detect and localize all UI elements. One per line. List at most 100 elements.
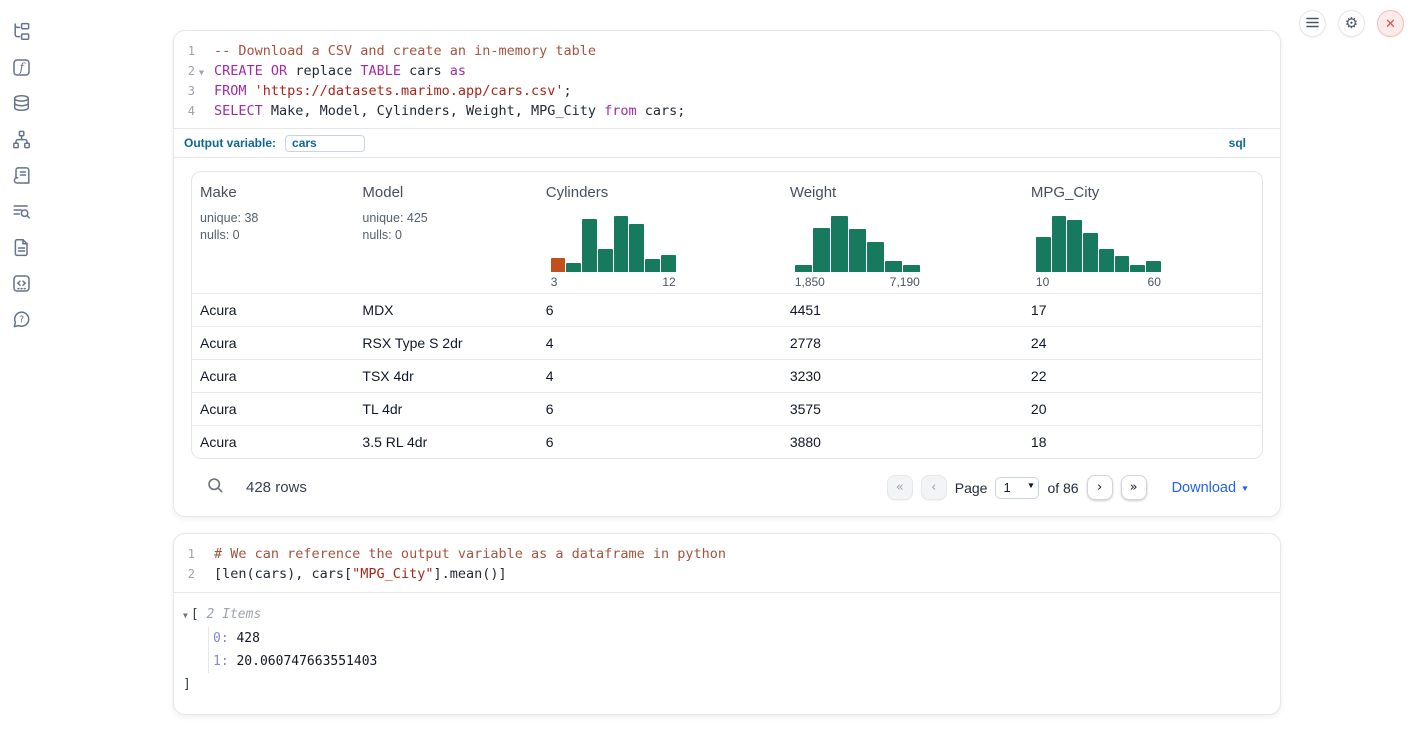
column-stats: unique: 425nulls: 0	[362, 210, 529, 243]
hist-bar	[645, 259, 660, 272]
fold-chevron-icon[interactable]: ▼	[194, 63, 208, 83]
hist-axis-labels: 1,8507,190	[795, 275, 920, 289]
hist-bar	[661, 255, 676, 272]
first-page-button[interactable]: «	[887, 475, 913, 500]
code-line: 1-- Download a CSV and create an in-memo…	[174, 42, 1280, 62]
python-code-editor[interactable]: 1# We can reference the output variable …	[174, 534, 1280, 591]
column-name: MPG_City	[1031, 184, 1254, 201]
dependency-graph-icon[interactable]	[12, 130, 31, 149]
table-footer: 428 rows « ‹ Page 1 ▼ of 86 › » Do	[191, 459, 1263, 516]
line-number: 2	[174, 565, 195, 585]
table-cell: Acura	[192, 368, 354, 384]
code-text: SELECT Make, Model, Cylinders, Weight, M…	[208, 102, 685, 122]
tree-entry-key: 0:	[213, 631, 229, 646]
page-label: Page	[955, 480, 988, 496]
gear-icon: ⚙	[1345, 16, 1358, 31]
output-variable-input[interactable]	[285, 135, 365, 152]
table-body: AcuraMDX6445117AcuraRSX Type S 2dr427782…	[192, 293, 1262, 458]
row-count: 428 rows	[246, 479, 307, 496]
pagination: « ‹ Page 1 ▼ of 86 › » Download ▼	[887, 475, 1249, 500]
sql-output-area: Makeunique: 38nulls: 0 Model unique: 425nu…	[174, 157, 1280, 516]
shutdown-button[interactable]: ✕	[1377, 10, 1404, 37]
menu-button[interactable]	[1299, 10, 1326, 37]
output-variable-label: Output variable:	[184, 136, 276, 150]
table-cell: 4	[538, 335, 782, 351]
table-row: Acura3.5 RL 4dr6388018	[192, 425, 1262, 458]
hist-bar	[1115, 256, 1130, 272]
svg-text:?: ?	[19, 315, 24, 326]
page-select[interactable]: 1	[995, 477, 1039, 499]
table-cell: Acura	[192, 401, 354, 417]
column-histogram: 1,8507,190	[795, 216, 920, 289]
code-line: 3 FROM 'https://datasets.marimo.app/cars.…	[174, 82, 1280, 102]
column-header-mpg_city[interactable]: MPG_City 1060	[1023, 172, 1262, 293]
table-cell: 4451	[782, 302, 1023, 318]
sql-code-editor[interactable]: 1-- Download a CSV and create an in-memo…	[174, 31, 1280, 128]
settings-button[interactable]: ⚙	[1338, 10, 1365, 37]
column-header-make[interactable]: Makeunique: 38nulls: 0	[192, 172, 354, 293]
file-explorer-icon[interactable]	[12, 22, 31, 41]
code-line: 2▼CREATE OR replace TABLE cars as	[174, 62, 1280, 83]
code-line: 2 [len(cars), cars["MPG_City"].mean()]	[174, 565, 1280, 585]
chevron-down-icon: ▼	[1241, 482, 1250, 493]
data-sources-icon[interactable]	[12, 94, 31, 113]
snippets-icon[interactable]	[12, 274, 31, 293]
notebook: 1-- Download a CSV and create an in-memo…	[173, 30, 1281, 715]
next-page-button[interactable]: ›	[1087, 475, 1113, 500]
hist-bar	[614, 216, 629, 272]
code-line: 1# We can reference the output variable …	[174, 545, 1280, 565]
tree-entry: 1: 20.060747663551403	[213, 650, 1280, 673]
tree-collapse-icon[interactable]: ▼	[183, 611, 188, 620]
line-number: 4	[174, 102, 195, 122]
scratchpad-icon[interactable]	[12, 166, 31, 185]
table-cell: 2778	[782, 335, 1023, 351]
logs-icon[interactable]	[12, 202, 31, 221]
table-row: AcuraTSX 4dr4323022	[192, 359, 1262, 392]
tree-entry: 0: 428	[213, 627, 1280, 650]
hist-bar	[1036, 237, 1051, 273]
documentation-icon[interactable]	[12, 238, 31, 257]
sidebar: f ?	[0, 22, 42, 329]
search-button[interactable]	[206, 479, 224, 497]
download-button[interactable]: Download ▼	[1172, 480, 1249, 496]
last-page-button[interactable]: »	[1121, 475, 1147, 500]
line-number: 3	[174, 82, 195, 102]
tree-close-row: ]	[183, 673, 1280, 696]
hist-axis-labels: 1060	[1036, 275, 1161, 289]
table-cell: 6	[538, 302, 782, 318]
tree-entry-key: 1:	[213, 654, 229, 669]
code-text: CREATE OR replace TABLE cars as	[208, 62, 466, 82]
table-cell: 17	[1023, 302, 1262, 318]
code-text: FROM 'https://datasets.marimo.app/cars.c…	[208, 82, 572, 102]
prev-page-button[interactable]: ‹	[921, 475, 947, 500]
help-icon[interactable]: ?	[12, 310, 31, 329]
hist-bar	[849, 229, 866, 273]
column-header-cylinders[interactable]: Cylinders312	[538, 172, 782, 293]
column-header-model[interactable]: Model unique: 425nulls: 0	[354, 172, 537, 293]
table-header-row: Makeunique: 38nulls: 0 Model unique: 425nu…	[192, 172, 1262, 293]
hist-bar	[813, 228, 830, 273]
table-cell: Acura	[192, 302, 354, 318]
tree-entry-value: 20.060747663551403	[229, 654, 378, 669]
table-cell: 3.5 RL 4dr	[354, 434, 537, 450]
table-cell: 4	[538, 368, 782, 384]
table-cell: 3575	[782, 401, 1023, 417]
code-text: [len(cars), cars["MPG_City"].mean()]	[208, 565, 507, 585]
line-number: 1	[174, 42, 195, 62]
table-cell: TSX 4dr	[354, 368, 537, 384]
variables-icon[interactable]: f	[12, 58, 31, 77]
table-cell: 6	[538, 434, 782, 450]
hist-bar	[551, 258, 566, 273]
line-number: 1	[174, 545, 195, 565]
download-label: Download	[1172, 480, 1237, 496]
search-icon	[207, 477, 224, 499]
hist-bar	[1067, 220, 1082, 273]
language-badge: sql	[1229, 136, 1246, 150]
table-cell: Acura	[192, 434, 354, 450]
svg-text:f: f	[18, 61, 26, 75]
column-name: Make	[200, 184, 346, 201]
table-cell: 22	[1023, 368, 1262, 384]
tree-open-row: ▼[ 2 Items	[183, 603, 1280, 627]
column-header-weight[interactable]: Weight1,8507,190	[782, 172, 1023, 293]
column-name: Model	[362, 184, 529, 201]
